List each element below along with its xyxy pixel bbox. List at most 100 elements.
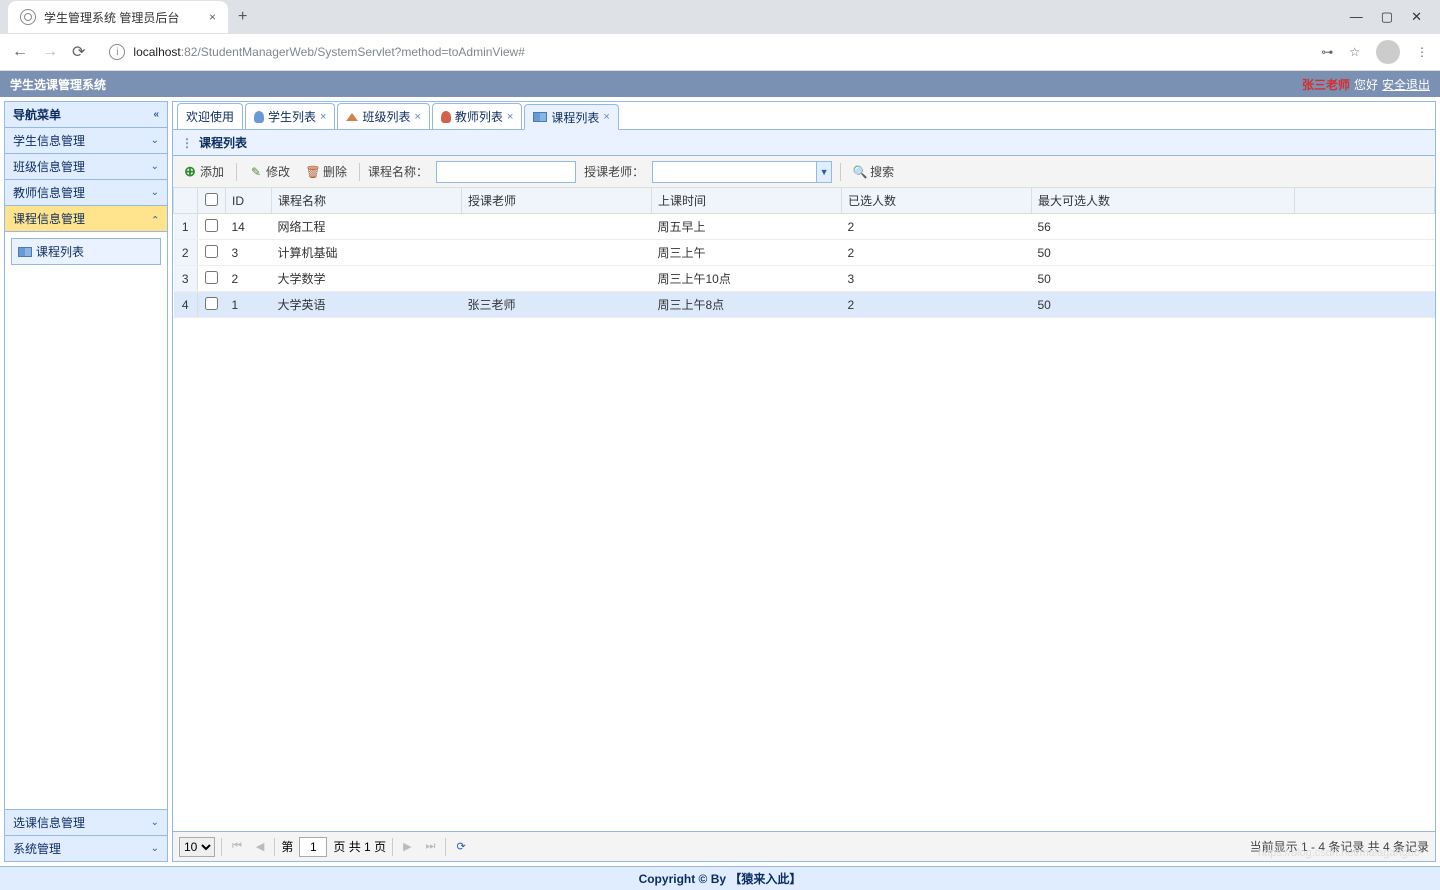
close-icon[interactable]: × — [209, 10, 216, 24]
sidebar-item-label: 教师信息管理 — [13, 184, 85, 201]
sidebar-link-course-list[interactable]: 课程列表 — [11, 238, 161, 265]
page-number-input[interactable] — [299, 837, 327, 857]
browser-tab-bar: 学生管理系统 管理员后台 × + — ▢ ✕ — [0, 0, 1440, 34]
sidebar-item-label: 系统管理 — [13, 840, 61, 857]
table-row[interactable]: 3 2 大学数学 周三上午10点 3 50 — [174, 266, 1435, 292]
browser-tab[interactable]: 学生管理系统 管理员后台 × — [8, 1, 228, 33]
column-name[interactable]: 课程名称 — [272, 188, 462, 214]
minimize-button[interactable]: — — [1350, 9, 1363, 25]
table-row[interactable]: 1 14 网络工程 周五早上 2 56 — [174, 214, 1435, 240]
info-icon[interactable]: i — [109, 44, 125, 60]
sidebar-item-student[interactable]: 学生信息管理 ⌄ — [5, 128, 167, 154]
teacher-combo-input[interactable] — [653, 162, 816, 182]
table-row[interactable]: 4 1 大学英语 张三老师 周三上午8点 2 50 — [174, 292, 1435, 318]
course-name-input[interactable] — [436, 161, 576, 183]
separator — [445, 838, 446, 856]
cell-name: 大学数学 — [272, 266, 462, 292]
column-max[interactable]: 最大可选人数 — [1032, 188, 1295, 214]
chevron-down-icon: ⌄ — [151, 817, 159, 828]
teacher-icon — [441, 111, 451, 123]
first-page-button[interactable]: ⏮ — [228, 838, 246, 855]
tab-label: 班级列表 — [362, 108, 410, 125]
column-spacer — [1295, 188, 1435, 214]
back-button[interactable]: ← — [12, 43, 28, 61]
close-button[interactable]: ✕ — [1411, 9, 1422, 25]
button-label: 修改 — [266, 163, 290, 180]
cell-selected: 2 — [842, 292, 1032, 318]
tab-teacher-list[interactable]: 教师列表 × — [432, 103, 522, 129]
next-page-button[interactable]: ▶ — [399, 838, 415, 855]
key-icon[interactable]: ⊶ — [1321, 45, 1333, 59]
sidebar-item-system[interactable]: 系统管理 ⌄ — [5, 835, 167, 861]
prev-page-button[interactable]: ◀ — [252, 838, 268, 855]
close-icon[interactable]: × — [507, 111, 513, 123]
app-title: 学生选课管理系统 — [10, 76, 106, 93]
app-header: 学生选课管理系统 张三老师 您好 安全退出 — [0, 71, 1440, 97]
new-tab-button[interactable]: + — [228, 8, 257, 26]
search-button[interactable]: 🔍 搜索 — [849, 161, 898, 182]
page-size-select[interactable]: 10 — [179, 837, 215, 857]
url-path: /StudentManagerWeb/SystemServlet?method=… — [197, 45, 524, 59]
column-time[interactable]: 上课时间 — [652, 188, 842, 214]
address-bar[interactable]: i localhost:82/StudentManagerWeb/SystemS… — [99, 38, 1307, 66]
cell-spacer — [1295, 240, 1435, 266]
row-checkbox[interactable] — [205, 271, 218, 284]
forward-button[interactable]: → — [42, 43, 58, 61]
chevron-down-icon: ⌄ — [151, 843, 159, 854]
row-checkbox[interactable] — [205, 297, 218, 310]
refresh-button[interactable]: ⟳ — [452, 838, 469, 855]
cell-id: 1 — [226, 292, 272, 318]
browser-chrome: 学生管理系统 管理员后台 × + — ▢ ✕ ← → ⟳ i localhost… — [0, 0, 1440, 71]
profile-avatar[interactable] — [1376, 40, 1400, 64]
cell-name: 网络工程 — [272, 214, 462, 240]
search-icon: 🔍 — [853, 165, 867, 179]
tab-course-list[interactable]: 课程列表 × — [524, 104, 618, 130]
close-icon[interactable]: × — [414, 111, 420, 123]
panel-header: ⋮ 课程列表 — [173, 130, 1435, 156]
sidebar-item-teacher[interactable]: 教师信息管理 ⌄ — [5, 180, 167, 206]
table-row[interactable]: 2 3 计算机基础 周三上午 2 50 — [174, 240, 1435, 266]
sidebar-item-label: 选课信息管理 — [13, 814, 85, 831]
logout-link[interactable]: 安全退出 — [1382, 76, 1430, 93]
teacher-combo[interactable]: ▼ — [652, 161, 832, 183]
reload-button[interactable]: ⟳ — [72, 42, 85, 62]
maximize-button[interactable]: ▢ — [1381, 9, 1393, 25]
select-all-checkbox[interactable] — [205, 193, 218, 206]
delete-button[interactable]: 🗑 删除 — [302, 161, 351, 182]
tab-class-list[interactable]: 班级列表 × — [337, 103, 429, 129]
main-panel: 欢迎使用 学生列表 × 班级列表 × 教师列表 × — [172, 101, 1436, 862]
menu-icon[interactable]: ⋮ — [1416, 45, 1428, 59]
column-teacher[interactable]: 授课老师 — [462, 188, 652, 214]
cell-spacer — [1295, 266, 1435, 292]
sidebar-item-label: 学生信息管理 — [13, 132, 85, 149]
close-icon[interactable]: × — [320, 111, 326, 123]
book-icon — [533, 112, 547, 122]
sidebar-item-label: 班级信息管理 — [13, 158, 85, 175]
column-id[interactable]: ID — [226, 188, 272, 214]
cell-selected: 2 — [842, 240, 1032, 266]
last-page-button[interactable]: ⏭ — [422, 838, 440, 855]
cell-teacher — [462, 266, 652, 292]
chevron-down-icon[interactable]: ▼ — [816, 162, 831, 182]
sidebar-item-class[interactable]: 班级信息管理 ⌄ — [5, 154, 167, 180]
tab-welcome[interactable]: 欢迎使用 — [177, 103, 243, 129]
column-selected[interactable]: 已选人数 — [842, 188, 1032, 214]
plus-icon: ⊕ — [183, 165, 197, 179]
collapse-icon[interactable]: « — [153, 109, 159, 120]
row-checkbox[interactable] — [205, 219, 218, 232]
cell-time: 周三上午8点 — [652, 292, 842, 318]
cell-selected: 2 — [842, 214, 1032, 240]
user-icon — [254, 111, 264, 123]
tab-student-list[interactable]: 学生列表 × — [245, 103, 335, 129]
close-icon[interactable]: × — [603, 111, 609, 123]
globe-icon — [20, 9, 36, 25]
sidebar-item-course[interactable]: 课程信息管理 ⌄ — [5, 206, 167, 232]
edit-button[interactable]: ✎ 修改 — [245, 161, 294, 182]
add-button[interactable]: ⊕ 添加 — [179, 161, 228, 182]
row-checkbox[interactable] — [205, 245, 218, 258]
pencil-icon: ✎ — [249, 165, 263, 179]
sidebar-item-selection[interactable]: 选课信息管理 ⌄ — [5, 809, 167, 835]
toolbar: ⊕ 添加 ✎ 修改 🗑 删除 课程名称： 授课老师： ▼ — [173, 156, 1435, 188]
star-icon[interactable]: ☆ — [1349, 45, 1360, 59]
pagination: 10 ⏮ ◀ 第 页 共 1 页 ▶ ⏭ ⟳ 当前显示 1 - 4 条记录 共 … — [173, 831, 1435, 861]
